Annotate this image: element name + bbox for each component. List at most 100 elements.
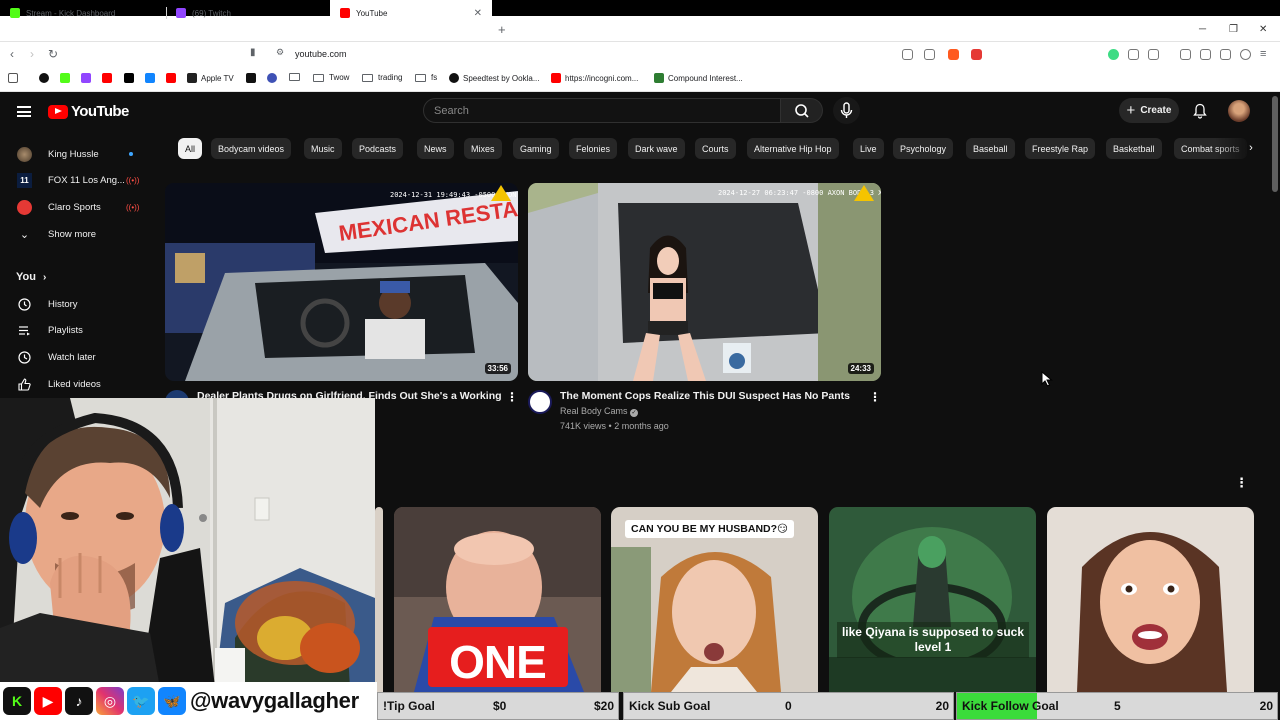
short-qiyana[interactable]: like Qiyana is supposed to suck level 1 xyxy=(829,507,1036,692)
bookmark-fs[interactable]: fs xyxy=(415,73,437,82)
url-field[interactable]: youtube.com xyxy=(295,49,347,59)
reload-icon[interactable]: ↻ xyxy=(48,47,58,61)
brave-rewards-icon[interactable] xyxy=(971,49,982,60)
forward-icon[interactable]: › xyxy=(30,47,34,61)
sidebar-item-history[interactable]: History xyxy=(0,291,165,317)
chip-gaming[interactable]: Gaming xyxy=(513,138,559,159)
bookmark-compound[interactable]: Compound Interest... xyxy=(654,73,743,83)
sidebar-item-liked-videos[interactable]: Liked videos xyxy=(0,371,165,397)
goal-current: $0 xyxy=(493,699,507,713)
sidebar-show-more[interactable]: ⌄ Show more xyxy=(0,221,165,247)
window-close-button[interactable]: ✕ xyxy=(1259,16,1267,42)
short-partial[interactable] xyxy=(375,507,383,692)
bookmark-twitch-icon[interactable] xyxy=(81,73,95,83)
goal-target: 20 xyxy=(1259,699,1273,713)
sidebar-you-heading[interactable]: You › xyxy=(16,271,46,283)
video-thumbnail-dui[interactable]: 2024-12-27 06:23:47 -0800 AXON BODY 3 X8… xyxy=(528,183,881,381)
video-title[interactable]: The Moment Cops Realize This DUI Suspect… xyxy=(560,390,850,402)
sidebar-item-claro-sports[interactable]: Claro Sports ((•)) xyxy=(0,194,165,220)
extension-icon[interactable] xyxy=(1108,49,1119,60)
bookmark-apple-tv[interactable]: Apple TV xyxy=(187,73,234,83)
youtube-logo[interactable]: YouTube xyxy=(48,103,129,120)
brave-shield-icon[interactable] xyxy=(948,49,959,60)
search-input[interactable] xyxy=(424,99,780,122)
chip-news[interactable]: News xyxy=(417,138,454,159)
chip-basketball[interactable]: Basketball xyxy=(1106,138,1162,159)
cast-icon[interactable] xyxy=(902,49,913,60)
sidebar-item-label: Playlists xyxy=(48,324,83,336)
bookmark-bluesky-icon[interactable] xyxy=(145,73,159,83)
bookmark-p-icon[interactable] xyxy=(246,73,260,83)
sidebar-item-fox11[interactable]: 11 FOX 11 Los Ang... ((•)) xyxy=(0,167,165,193)
leo-ai-icon[interactable] xyxy=(1220,49,1231,60)
history-icon xyxy=(17,297,32,312)
new-tab-button[interactable]: + xyxy=(498,16,506,42)
minimize-button[interactable]: ─ xyxy=(1199,16,1206,42)
tab-youtube[interactable]: YouTube ✕ xyxy=(330,0,492,26)
maximize-button[interactable]: ❐ xyxy=(1229,16,1238,42)
channel-avatar-real-body-cams[interactable] xyxy=(528,390,552,414)
chip-music[interactable]: Music xyxy=(304,138,342,159)
channel-name[interactable]: Real Body Cams ✓ xyxy=(560,406,639,417)
short-husband[interactable]: CAN YOU BE MY HUSBAND?😏 xyxy=(611,507,818,692)
shorts-more-options-icon[interactable]: ⋮ xyxy=(1235,475,1248,491)
short-one[interactable]: ONE xyxy=(394,507,601,692)
bookmark-x-icon[interactable] xyxy=(124,73,138,83)
notifications-bell-icon[interactable] xyxy=(1193,103,1207,124)
chip-mixes[interactable]: Mixes xyxy=(464,138,502,159)
close-tab-icon[interactable]: ✕ xyxy=(474,8,482,19)
tab-kick-dashboard[interactable]: Stream - Kick Dashboard xyxy=(0,0,166,26)
sidebar-toggle-icon[interactable] xyxy=(1180,49,1191,60)
new-content-dot xyxy=(129,152,133,156)
bookmark-speedtest[interactable]: Speedtest by Ookla... xyxy=(449,73,540,83)
sidebar-item-watch-later[interactable]: Watch later xyxy=(0,344,165,370)
bookmark-icon[interactable]: ▮ xyxy=(250,47,256,58)
bookmark-twow[interactable]: Twow xyxy=(313,73,349,82)
sidebar-item-playlists[interactable]: Playlists xyxy=(0,317,165,343)
chip-courts[interactable]: Courts xyxy=(695,138,736,159)
menu-icon[interactable]: ≡ xyxy=(1260,48,1266,60)
reading-list-icon[interactable] xyxy=(1200,49,1211,60)
more-options-icon[interactable]: ⋮ xyxy=(869,390,881,404)
search-box[interactable] xyxy=(423,98,781,123)
page-scrollbar[interactable] xyxy=(1272,96,1278,192)
hamburger-menu-icon[interactable] xyxy=(17,106,31,117)
short-caption: CAN YOU BE MY HUSBAND?😏 xyxy=(625,520,794,538)
bookmark-r-icon[interactable] xyxy=(267,73,281,83)
chip-podcasts[interactable]: Podcasts xyxy=(352,138,404,159)
bookmark-youtube-icon[interactable] xyxy=(102,73,116,83)
video-thumbnail-dealer[interactable]: MEXICAN RESTAUR 2024-12-31 19:49:43 -050… xyxy=(165,183,518,381)
more-options-icon[interactable]: ⋮ xyxy=(506,390,518,404)
search-button[interactable] xyxy=(781,98,823,123)
account-avatar[interactable] xyxy=(1228,100,1250,122)
tab-twitch[interactable]: (69) Twitch xyxy=(166,0,330,26)
bookmark-youtube2-icon[interactable] xyxy=(166,73,180,83)
chips-next-chevron-icon[interactable]: › xyxy=(1243,140,1259,156)
short-woman[interactable] xyxy=(1047,507,1254,692)
wallet-icon[interactable] xyxy=(1148,49,1159,60)
back-icon[interactable]: ‹ xyxy=(10,47,14,61)
bookmark-label: fs xyxy=(431,73,438,82)
site-info-icon[interactable]: ⚙ xyxy=(276,47,284,58)
apps-icon[interactable] xyxy=(8,73,22,83)
share-icon[interactable] xyxy=(924,49,935,60)
chip-bodycam-videos[interactable]: Bodycam videos xyxy=(211,138,292,159)
chip-freestyle-rap[interactable]: Freestyle Rap xyxy=(1025,138,1096,159)
chip-baseball[interactable]: Baseball xyxy=(966,138,1015,159)
create-button[interactable]: + Create xyxy=(1119,98,1179,123)
sidebar-item-king-hussle[interactable]: King Hussle xyxy=(0,141,165,167)
chip-dark-wave[interactable]: Dark wave xyxy=(628,138,685,159)
puzzle-icon[interactable] xyxy=(1128,49,1139,60)
chip-all[interactable]: All xyxy=(178,138,203,159)
bookmark-incogni[interactable]: https://incogni.com... xyxy=(551,73,638,83)
bookmark-trading[interactable]: trading xyxy=(362,73,402,82)
chip-felonies[interactable]: Felonies xyxy=(569,138,618,159)
chip-live[interactable]: Live xyxy=(853,138,884,159)
bookmark-kick-icon[interactable] xyxy=(39,73,53,83)
voice-search-button[interactable] xyxy=(833,97,860,124)
chip-alternative-hip-hop[interactable]: Alternative Hip Hop xyxy=(747,138,839,159)
bookmark-folder[interactable] xyxy=(289,73,305,81)
vpn-icon[interactable] xyxy=(1240,49,1251,60)
bookmark-kick-green-icon[interactable] xyxy=(60,73,74,83)
chip-psychology[interactable]: Psychology xyxy=(893,138,954,159)
